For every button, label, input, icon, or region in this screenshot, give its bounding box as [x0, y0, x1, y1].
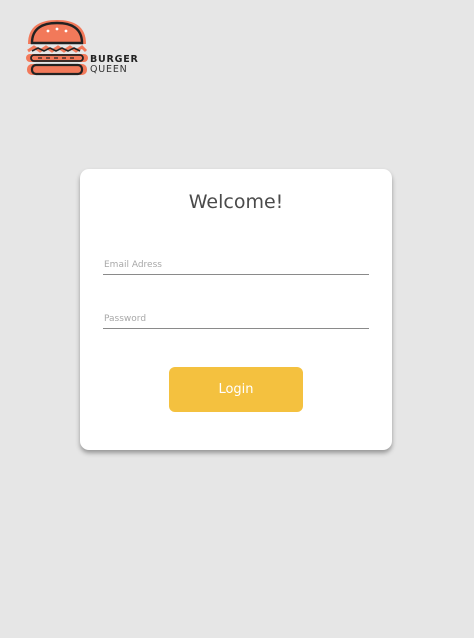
login-button[interactable]: Login	[169, 367, 303, 412]
password-field[interactable]	[103, 309, 369, 329]
brand-name-line2: QUEEN	[90, 64, 128, 75]
login-card: Welcome! Login	[80, 169, 392, 450]
login-page: BURGER QUEEN Welcome! Login	[0, 0, 474, 638]
brand-name: BURGER QUEEN	[90, 55, 139, 75]
brand-logo: BURGER QUEEN	[24, 18, 154, 78]
welcome-title: Welcome!	[188, 191, 284, 213]
email-field[interactable]	[103, 255, 369, 275]
burger-icon	[26, 20, 88, 76]
